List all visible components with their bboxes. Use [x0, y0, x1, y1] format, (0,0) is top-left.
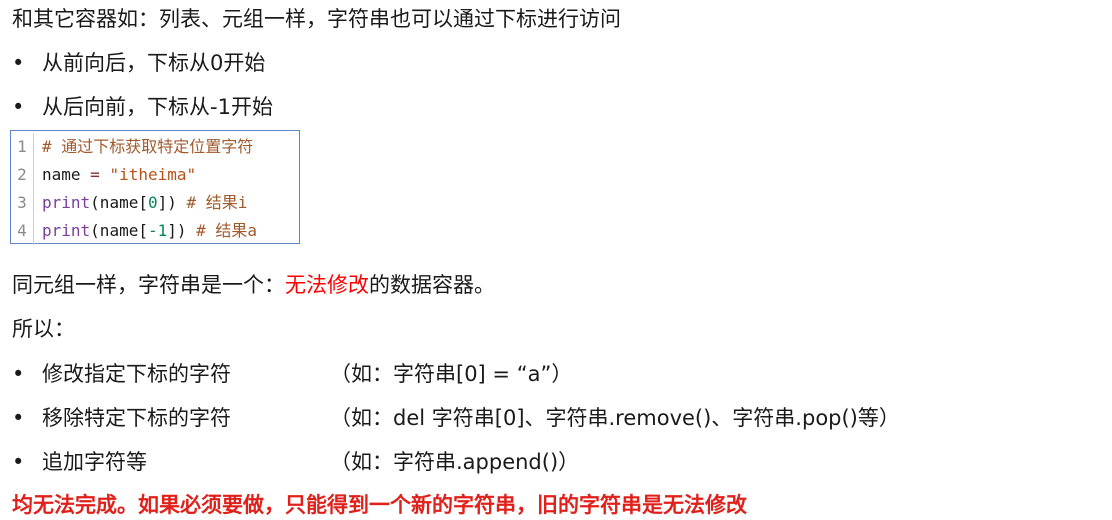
conclusion-text: 均无法完成。如果必须要做，只能得到一个新的字符串，旧的字符串是无法修改 — [12, 493, 747, 517]
immutable-highlight: 无法修改 — [285, 273, 369, 297]
code-line-4: 4 print(name[-1]) # 结果a — [11, 217, 257, 245]
code-block: 1 # 通过下标获取特定位置字符 2 name = "itheima" 3 print… — [10, 130, 300, 245]
operation-label: 修改指定下标的字符 — [42, 362, 231, 386]
code-line-1: 1 # 通过下标获取特定位置字符 — [11, 133, 253, 161]
code-line-2: 2 name = "itheima" — [11, 161, 196, 189]
line-number: 2 — [11, 161, 34, 189]
bullet-icon: • — [12, 450, 25, 474]
operation-example: （如：del 字符串[0]、字符串.remove()、字符串.pop()等） — [330, 406, 900, 430]
code-comment: # 结果i — [176, 193, 248, 212]
operation-example: （如：字符串[0] = “a”） — [330, 362, 573, 386]
code-function: print — [42, 193, 91, 212]
bullet-icon: • — [12, 51, 25, 75]
operation-label: 追加字符等 — [42, 450, 147, 474]
code-text: (name[ — [90, 193, 148, 212]
code-text: (name[ — [90, 221, 148, 240]
so-label: 所以： — [12, 317, 75, 341]
operation-item: • 追加字符等 （如：字符串.append()） — [12, 447, 1102, 477]
immutable-statement: 同元组一样，字符串是一个：无法修改的数据容器。 — [12, 270, 495, 300]
code-variable: name — [42, 165, 81, 184]
line-number: 1 — [11, 133, 34, 161]
code-string: "itheima" — [109, 165, 197, 184]
operation-item: • 移除特定下标的字符 （如：del 字符串[0]、字符串.remove()、字符… — [12, 403, 1102, 433]
bullet-text: 从前向后，下标从0开始 — [42, 51, 266, 75]
bullet-icon: • — [12, 95, 25, 119]
line-number: 3 — [11, 189, 34, 217]
operation-item: • 修改指定下标的字符 （如：字符串[0] = “a”） — [12, 359, 1102, 389]
code-comment: # 通过下标获取特定位置字符 — [42, 137, 254, 156]
bullet-forward-index: • 从前向后，下标从0开始 — [12, 48, 265, 78]
code-line-3: 3 print(name[0]) # 结果i — [11, 189, 247, 217]
code-function: print — [42, 221, 91, 240]
bullet-icon: • — [12, 362, 25, 386]
line-number: 4 — [11, 217, 34, 245]
bullet-backward-index: • 从后向前，下标从-1开始 — [12, 92, 273, 122]
bullet-icon: • — [12, 406, 25, 430]
code-text: ]) — [157, 193, 177, 212]
intro-text: 和其它容器如：列表、元组一样，字符串也可以通过下标进行访问 — [12, 7, 621, 31]
bullet-text: 从后向前，下标从-1开始 — [42, 95, 273, 119]
code-operator: = — [80, 165, 110, 184]
code-number: 0 — [147, 193, 158, 212]
operation-label: 移除特定下标的字符 — [42, 406, 231, 430]
immutable-prefix: 同元组一样，字符串是一个： — [12, 273, 285, 297]
code-text: ]) — [167, 221, 187, 240]
operation-example: （如：字符串.append()） — [330, 450, 580, 474]
code-number: -1 — [147, 221, 168, 240]
immutable-suffix: 的数据容器。 — [369, 273, 495, 297]
code-comment: # 结果a — [186, 221, 258, 240]
